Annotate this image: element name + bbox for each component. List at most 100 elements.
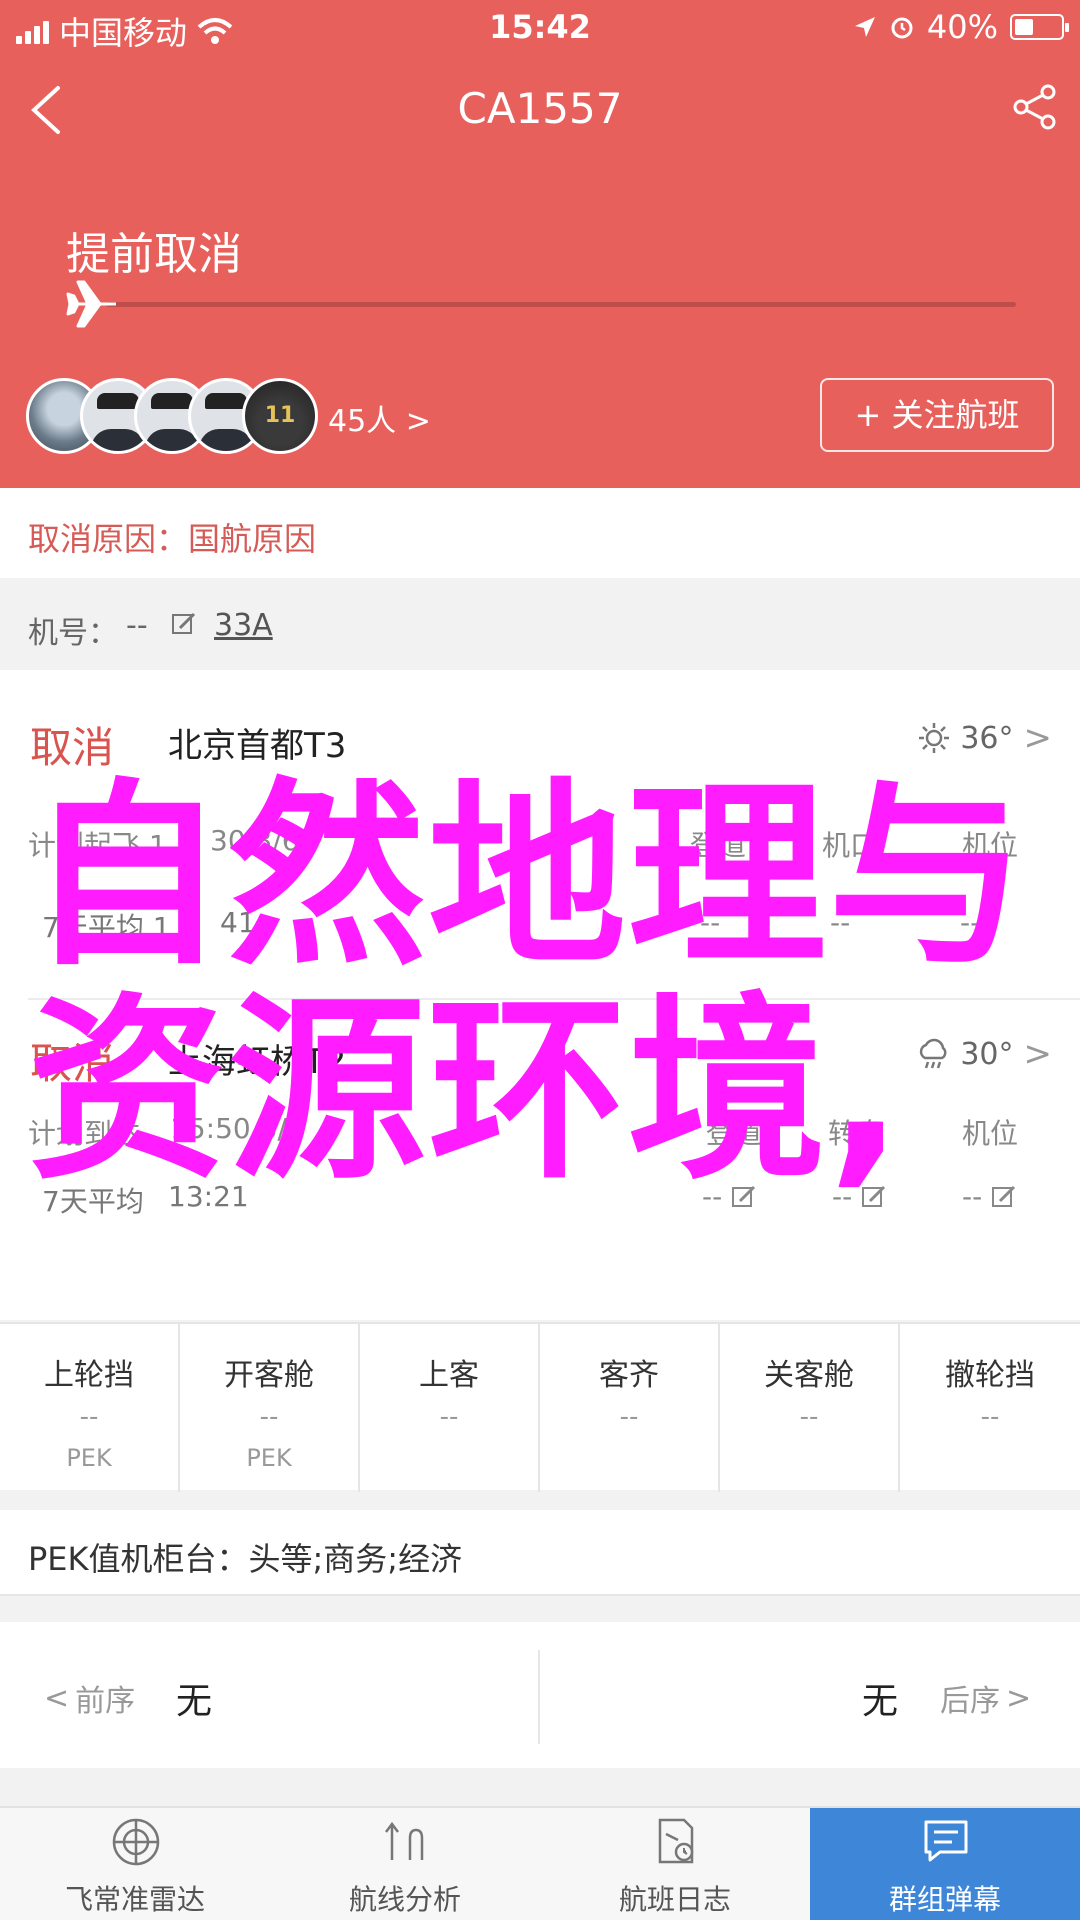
- event-time: --: [980, 1402, 1000, 1432]
- chevron-right-icon: >: [1023, 718, 1053, 758]
- divider: [538, 1650, 540, 1744]
- aircraft-row: 机号： -- 33A: [0, 580, 1080, 670]
- chevron-right-icon: >: [1023, 1034, 1053, 1074]
- avg-time: 13:21: [168, 1180, 249, 1213]
- previous-next-flights: < 前序 无 无 后序 >: [0, 1622, 1080, 1768]
- segment-status: 取消: [30, 723, 115, 772]
- event-boarding-complete: 客齐 --: [540, 1324, 720, 1492]
- tab-route-analysis[interactable]: 航线分析: [270, 1808, 540, 1920]
- event-location: PEK: [246, 1444, 292, 1472]
- tab-flight-log[interactable]: 航班日志: [540, 1808, 810, 1920]
- event-name: 撤轮挡: [945, 1358, 1035, 1393]
- share-icon[interactable]: [1012, 84, 1058, 130]
- stand-value: --: [960, 906, 981, 939]
- weather: 36° >: [918, 718, 1052, 758]
- departure-segment[interactable]: 取消 北京首都T3 36° > 计划起飞 1 30 3/6 登道 机口 机位 7…: [0, 670, 1080, 990]
- cancel-reason-row: 取消原因：国航原因: [0, 488, 1080, 578]
- event-time: --: [79, 1402, 99, 1432]
- battery-level: [1015, 19, 1033, 35]
- gate-value: --: [702, 1180, 758, 1213]
- chevron-right-icon: >: [1006, 1680, 1032, 1716]
- event-name: 上客: [419, 1358, 479, 1393]
- radar-icon: [112, 1818, 160, 1866]
- carousel-column: 转盘: [827, 1117, 884, 1150]
- event-close-cabin: 关客舱 --: [720, 1324, 900, 1492]
- event-time: --: [439, 1402, 459, 1432]
- event-name: 上轮挡: [44, 1358, 134, 1393]
- chevron-left-icon: <: [44, 1680, 70, 1716]
- schedule-label: 计划到达: [28, 1117, 141, 1150]
- tab-label: 航班日志: [618, 1883, 731, 1916]
- avg-time: 41: [220, 906, 256, 939]
- bottom-tab-bar: 飞常准雷达 航线分析 航班日志 群组弹幕: [0, 1806, 1080, 1920]
- schedule-time: 30 3/6: [210, 824, 300, 857]
- status-bar: 中国移动 15:42 40%: [0, 0, 1080, 56]
- follower-count-link[interactable]: 45人 >: [328, 396, 431, 440]
- sun-icon: [919, 723, 950, 753]
- event-time: --: [259, 1402, 279, 1432]
- gate-column: 登道: [705, 1117, 762, 1150]
- counter-value: --: [830, 906, 851, 939]
- stand-value: --: [962, 1180, 1018, 1213]
- edit-icon[interactable]: [170, 610, 198, 638]
- airport-segments: 取消 北京首都T3 36° > 计划起飞 1 30 3/6 登道 机口 机位 7…: [0, 670, 1080, 1320]
- nav-bar: CA1557: [0, 70, 1080, 150]
- aircraft-value: --: [126, 608, 148, 643]
- temperature: 30°: [960, 1036, 1014, 1072]
- event-chocks-on: 上轮挡 -- PEK: [0, 1324, 180, 1492]
- group-chat-icon: [924, 1820, 968, 1862]
- schedule-time: 15:50 3/6: [170, 1112, 305, 1145]
- arrival-segment[interactable]: 取消 上海虹桥T2 30° > 计划到达 15:50 3/6 登道 转盘 机位 …: [0, 1000, 1080, 1320]
- edit-icon[interactable]: [730, 1183, 758, 1211]
- tab-label: 飞常准雷达: [64, 1883, 205, 1916]
- flight-status-text: 提前取消: [66, 229, 242, 280]
- gate-value: --: [700, 906, 721, 939]
- flight-progress: [66, 274, 1016, 334]
- event-time: --: [799, 1402, 819, 1432]
- follow-flight-button[interactable]: + 关注航班: [820, 378, 1054, 452]
- airport-name: 北京首都T3: [168, 726, 347, 766]
- checkin-counter: PEK值机柜台：头等;商务;经济: [28, 1540, 463, 1578]
- airport-name: 上海虹桥T2: [168, 1042, 347, 1082]
- follower-avatars[interactable]: 11: [26, 378, 318, 454]
- temperature: 36°: [960, 720, 1014, 756]
- event-name: 开客舱: [224, 1358, 314, 1393]
- tab-label: 航线分析: [348, 1883, 461, 1916]
- next-value: 无: [862, 1681, 899, 1722]
- event-location: PEK: [66, 1444, 112, 1472]
- gate-column: 登道: [689, 829, 746, 862]
- avg-label: 7天平均: [42, 1185, 144, 1218]
- previous-value: 无: [176, 1681, 213, 1722]
- alarm-icon: [891, 17, 913, 39]
- carousel-value: --: [832, 1180, 888, 1213]
- flight-log-icon: [658, 1818, 694, 1864]
- edit-icon[interactable]: [860, 1183, 888, 1211]
- ground-events: 上轮挡 -- PEK 开客舱 -- PEK 上客 -- 客齐 -- 关客舱 --…: [0, 1322, 1080, 1492]
- aircraft-registration[interactable]: 33A: [214, 608, 273, 643]
- tab-label: 群组弹幕: [888, 1883, 1001, 1916]
- aircraft-label: 机号：: [28, 616, 118, 651]
- previous-flight-link[interactable]: < 前序: [44, 1676, 135, 1720]
- follower-count: 45人: [328, 404, 397, 439]
- location-arrow-icon: [854, 17, 875, 37]
- battery-icon: [1010, 14, 1069, 40]
- tab-radar[interactable]: 飞常准雷达: [0, 1808, 270, 1920]
- cancel-reason: 取消原因：国航原因: [28, 520, 317, 558]
- avatar: 11: [242, 378, 318, 454]
- stand-column: 机位: [961, 1117, 1018, 1150]
- avatar-jersey-number: 11: [264, 403, 296, 428]
- next-flight-link[interactable]: 后序 >: [940, 1676, 1031, 1720]
- flight-header: 中国移动 15:42 40% CA1557 提前取消 11 45人 > + 关注…: [0, 0, 1080, 488]
- battery-percent: 40%: [926, 8, 998, 46]
- tab-group-chat[interactable]: 群组弹幕: [810, 1808, 1080, 1920]
- event-name: 客齐: [599, 1358, 659, 1393]
- edit-icon[interactable]: [990, 1183, 1018, 1211]
- event-open-cabin: 开客舱 -- PEK: [180, 1324, 360, 1492]
- event-time: --: [619, 1402, 639, 1432]
- route-analysis-icon: [385, 1821, 424, 1860]
- page-title: CA1557: [457, 84, 623, 133]
- avg-label: 7天平均 1: [42, 911, 171, 944]
- counter-column: 机口: [821, 829, 878, 862]
- weather: 30° >: [916, 1034, 1052, 1074]
- progress-track: [106, 302, 1016, 307]
